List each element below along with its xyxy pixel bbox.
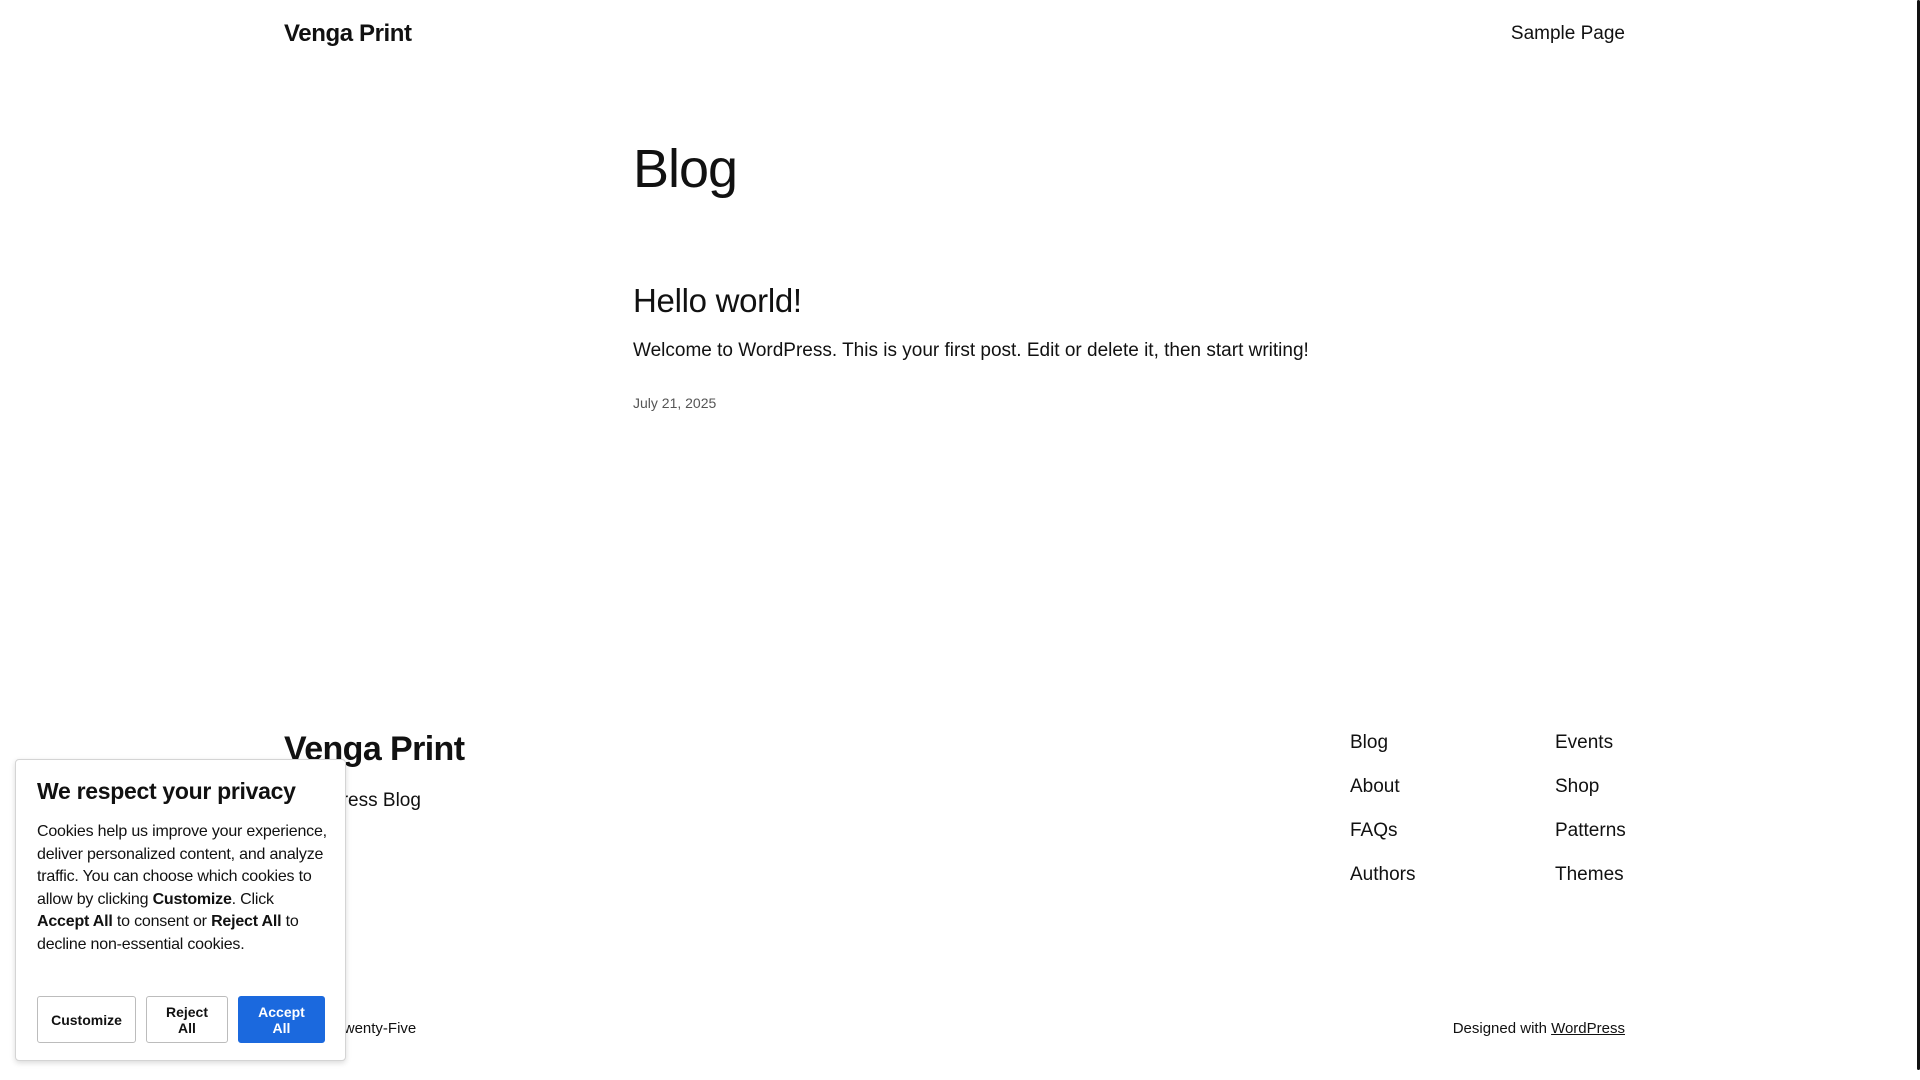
cookie-text-part: . Click	[231, 890, 274, 908]
page-title: Blog	[633, 139, 738, 199]
page-scrollbar[interactable]	[1912, 0, 1920, 1080]
cookie-description: Cookies help us improve your experience,…	[37, 821, 327, 956]
post-date: July 21, 2025	[633, 395, 717, 411]
customize-button[interactable]: Customize	[37, 996, 136, 1043]
footer-credit: Designed with WordPress	[1453, 1020, 1625, 1037]
cookie-text-accept: Accept All	[37, 913, 113, 930]
nav-link-sample-page[interactable]: Sample Page	[1511, 23, 1625, 44]
cookie-text-reject: Reject All	[211, 913, 282, 930]
post-excerpt: Welcome to WordPress. This is your first…	[633, 340, 1309, 361]
footer-link-shop[interactable]: Shop	[1555, 776, 1626, 798]
footer-link-about[interactable]: About	[1350, 776, 1415, 798]
footer-link-events[interactable]: Events	[1555, 732, 1626, 754]
cookie-consent-banner: We respect your privacy Cookies help us …	[15, 759, 346, 1061]
post-title-link[interactable]: Hello world!	[633, 282, 802, 320]
footer-link-authors[interactable]: Authors	[1350, 864, 1415, 886]
accept-all-button[interactable]: Accept All	[238, 996, 325, 1043]
wordpress-link[interactable]: WordPress	[1551, 1020, 1625, 1037]
cookie-buttons: Customize Reject All Accept All	[37, 996, 325, 1043]
footer-link-themes[interactable]: Themes	[1555, 864, 1626, 886]
reject-all-button[interactable]: Reject All	[146, 996, 228, 1043]
top-nav: Sample Page	[1511, 23, 1625, 45]
footer-link-patterns[interactable]: Patterns	[1555, 820, 1626, 842]
footer-link-blog[interactable]: Blog	[1350, 732, 1415, 754]
site-title[interactable]: Venga Print	[284, 20, 412, 48]
cookie-heading: We respect your privacy	[37, 778, 296, 804]
footer-nav-column-2: Events Shop Patterns Themes	[1555, 732, 1626, 886]
footer-credit-prefix: Designed with	[1452, 1020, 1547, 1037]
cookie-text-part: to consent or	[112, 913, 212, 930]
cookie-text-customize: Customize	[152, 890, 232, 908]
footer-nav-column-1: Blog About FAQs Authors	[1350, 732, 1415, 886]
footer-link-faqs[interactable]: FAQs	[1350, 820, 1415, 842]
